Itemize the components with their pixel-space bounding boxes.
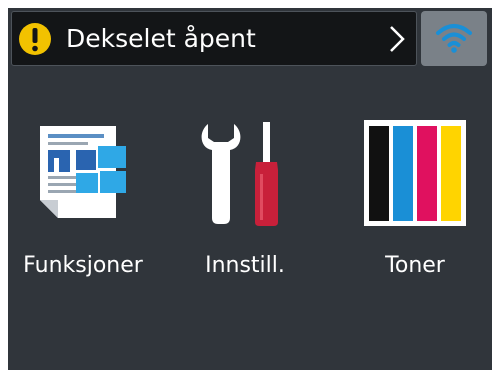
warning-icon xyxy=(19,23,51,55)
functions-label: Funksjoner xyxy=(23,253,143,278)
printer-screen: Dekselet åpent Funksjoner Innstill. Tone… xyxy=(8,8,492,370)
toner-black-bar xyxy=(369,126,389,221)
toner-yellow-bar xyxy=(441,126,461,221)
settings-tile[interactable]: Innstill. xyxy=(175,113,315,298)
status-message: Dekselet åpent xyxy=(66,24,256,53)
chevron-right-icon xyxy=(390,26,405,52)
toner-magenta-bar xyxy=(417,126,437,221)
status-bar[interactable]: Dekselet åpent xyxy=(11,11,417,66)
toner-tile[interactable]: Toner xyxy=(345,113,485,298)
toner-label: Toner xyxy=(385,253,445,278)
wifi-icon xyxy=(436,24,472,53)
functions-document-icon xyxy=(40,126,126,218)
toner-cartridges-icon xyxy=(364,120,466,226)
toner-cyan-bar xyxy=(393,126,413,221)
toner-icon-wrap xyxy=(345,113,485,233)
functions-icon-wrap xyxy=(13,113,153,233)
settings-tools-icon xyxy=(201,122,278,226)
settings-label: Innstill. xyxy=(205,253,285,278)
functions-tile[interactable]: Funksjoner xyxy=(13,113,153,298)
wifi-button[interactable] xyxy=(421,11,487,66)
settings-icon-wrap xyxy=(175,113,315,233)
